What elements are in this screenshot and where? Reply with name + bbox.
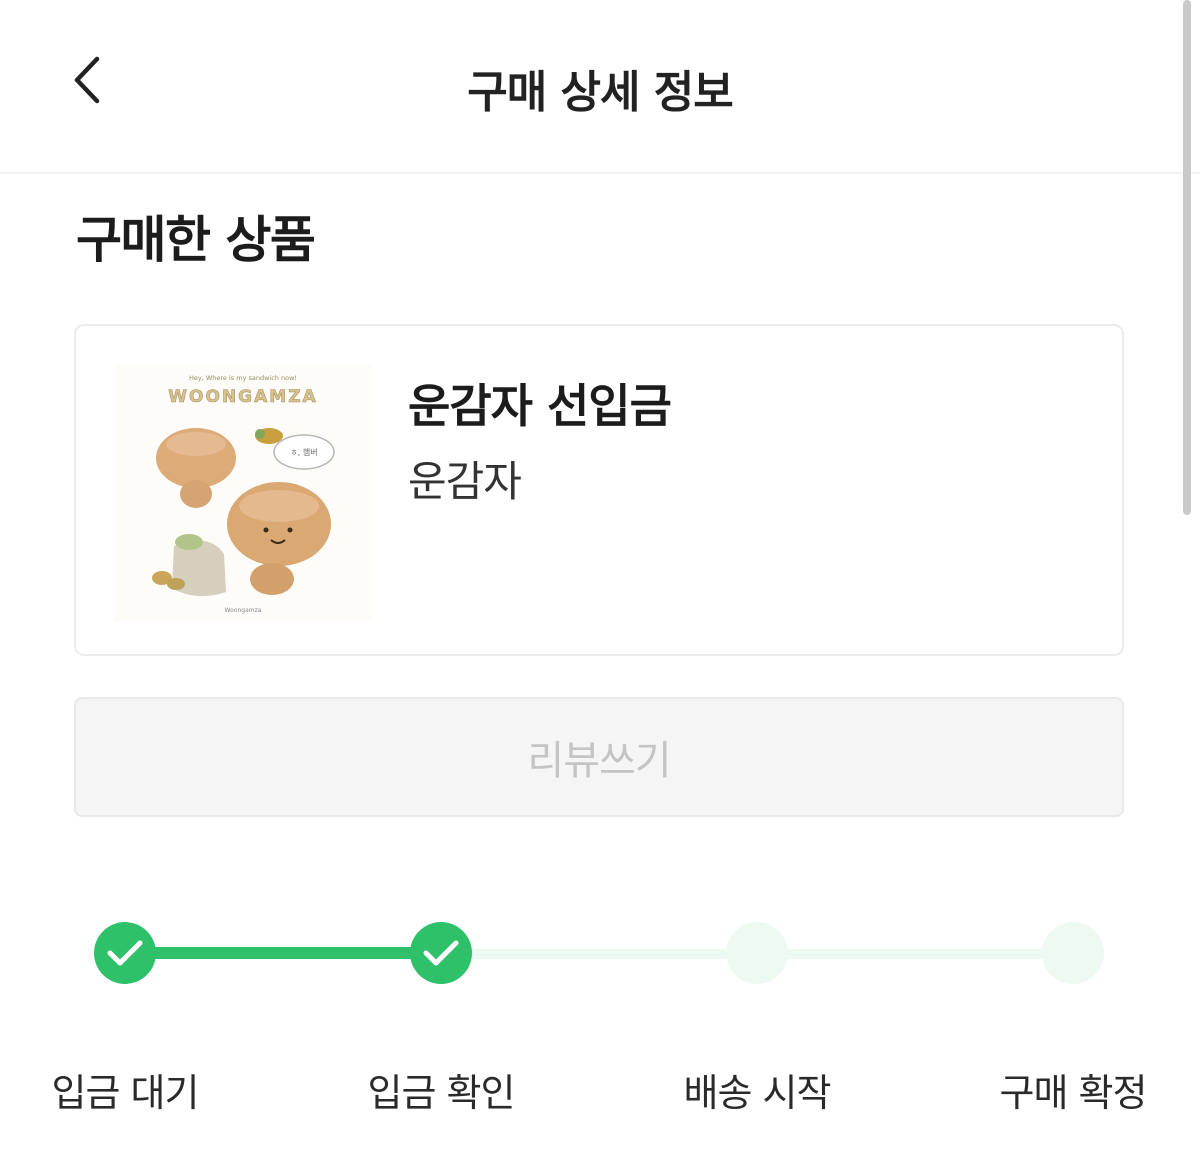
- step-label-deposit-confirmed: 입금 확인: [367, 1071, 516, 1115]
- section-title: 구매한 상품: [76, 211, 316, 269]
- purchase-detail-page: 구매 상세 정보 구매한 상품 Hey, Where is my sandwic…: [0, 0, 1200, 1165]
- scrollbar[interactable]: [1183, 0, 1191, 515]
- product-name: 운감자 선입금: [408, 379, 672, 433]
- product-seller: 운감자: [408, 457, 522, 506]
- page-title: 구매 상세 정보: [467, 67, 734, 118]
- progress-track-complete: [125, 947, 441, 959]
- check-icon: [423, 940, 459, 966]
- write-review-button[interactable]: 리뷰쓰기: [74, 697, 1124, 817]
- step-label-shipping-started: 배송 시작: [683, 1071, 832, 1115]
- svg-text:ㅎ, 햄버: ㅎ, 햄버: [290, 447, 317, 457]
- svg-text:Woongamza: Woongamza: [225, 607, 262, 614]
- step-4-indicator: [1042, 922, 1104, 984]
- step-1-indicator: [94, 922, 156, 984]
- step-2-indicator: [410, 922, 472, 984]
- step-label-purchase-confirmed: 구매 확정: [999, 1071, 1148, 1115]
- order-progress-stepper: 입금 대기 입금 확인 배송 시작 구매 확정: [0, 900, 1200, 1130]
- check-icon: [107, 940, 143, 966]
- svg-text:WOONGAMZA: WOONGAMZA: [168, 387, 317, 407]
- step-3-indicator: [726, 922, 788, 984]
- product-image: Hey, Where is my sandwich now! WOONGAMZA…: [114, 364, 372, 622]
- top-bar: 구매 상세 정보: [0, 0, 1200, 174]
- svg-text:Hey, Where is my sandwich now!: Hey, Where is my sandwich now!: [189, 374, 297, 382]
- product-thumbnail[interactable]: Hey, Where is my sandwich now! WOONGAMZA…: [114, 364, 372, 622]
- product-card[interactable]: Hey, Where is my sandwich now! WOONGAMZA…: [74, 324, 1124, 656]
- step-label-deposit-waiting: 입금 대기: [51, 1071, 200, 1115]
